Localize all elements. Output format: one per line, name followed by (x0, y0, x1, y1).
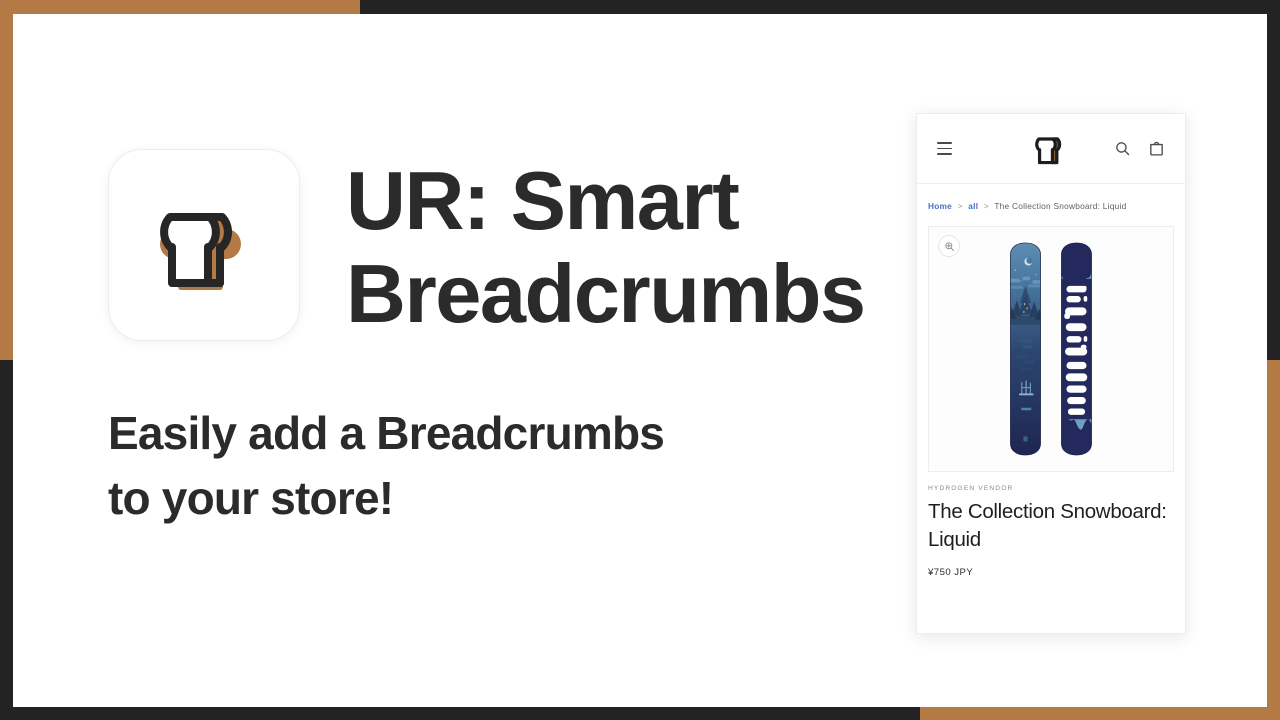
hero-subtitle-line-1: Easily add a Breadcrumbs (108, 407, 665, 459)
product-title: The Collection Snowboard: Liquid (928, 500, 1167, 552)
hamburger-menu-icon[interactable] (937, 142, 952, 155)
app-title: UR: Smart Breadcrumbs (346, 154, 866, 340)
breadcrumb-separator: > (957, 201, 963, 211)
store-logo[interactable] (1031, 132, 1071, 166)
hamburger-bar (937, 142, 952, 144)
bread-slice-logo-icon (1035, 136, 1062, 164)
hero-subtitle-line-2: to your store! (108, 472, 394, 525)
snowboard-back-image (1061, 242, 1092, 456)
content-panel: UR: Smart Breadcrumbs Easily add a Bread… (13, 14, 1267, 707)
storefront-header (917, 114, 1185, 184)
hero-subtitle: Easily add a Breadcrumbs to your store! (108, 401, 868, 532)
zoom-icon[interactable] (938, 235, 960, 257)
cart-icon[interactable] (1148, 140, 1165, 157)
magnifier-glyph (944, 241, 954, 251)
header-actions (1114, 140, 1165, 157)
product-price: ¥750 JPY (928, 567, 974, 579)
snowboard-front-image (1010, 242, 1041, 456)
breadcrumb-separator: > (983, 201, 989, 211)
product-vendor: HYDROGEN VENDOR (928, 485, 1014, 492)
product-info: HYDROGEN VENDOR The Collection Snowboard… (917, 472, 1185, 578)
hero-section: UR: Smart Breadcrumbs Easily add a Bread… (108, 149, 868, 532)
app-icon-tile (108, 149, 300, 341)
storefront-preview-card: Home > all > The Collection Snowboard: L… (916, 113, 1186, 634)
breadcrumb-item-home[interactable]: Home (928, 201, 952, 211)
product-image-gallery[interactable] (928, 226, 1174, 472)
hamburger-bar (937, 153, 952, 155)
breadcrumb: Home > all > The Collection Snowboard: L… (917, 184, 1185, 226)
bread-slice-logo-icon (160, 213, 241, 290)
breadcrumb-item-all[interactable]: all (968, 201, 978, 211)
hero-heading-row: UR: Smart Breadcrumbs (108, 149, 868, 341)
breadcrumb-item-current: The Collection Snowboard: Liquid (994, 201, 1127, 211)
hamburger-bar (937, 147, 952, 150)
search-icon[interactable] (1114, 140, 1131, 157)
